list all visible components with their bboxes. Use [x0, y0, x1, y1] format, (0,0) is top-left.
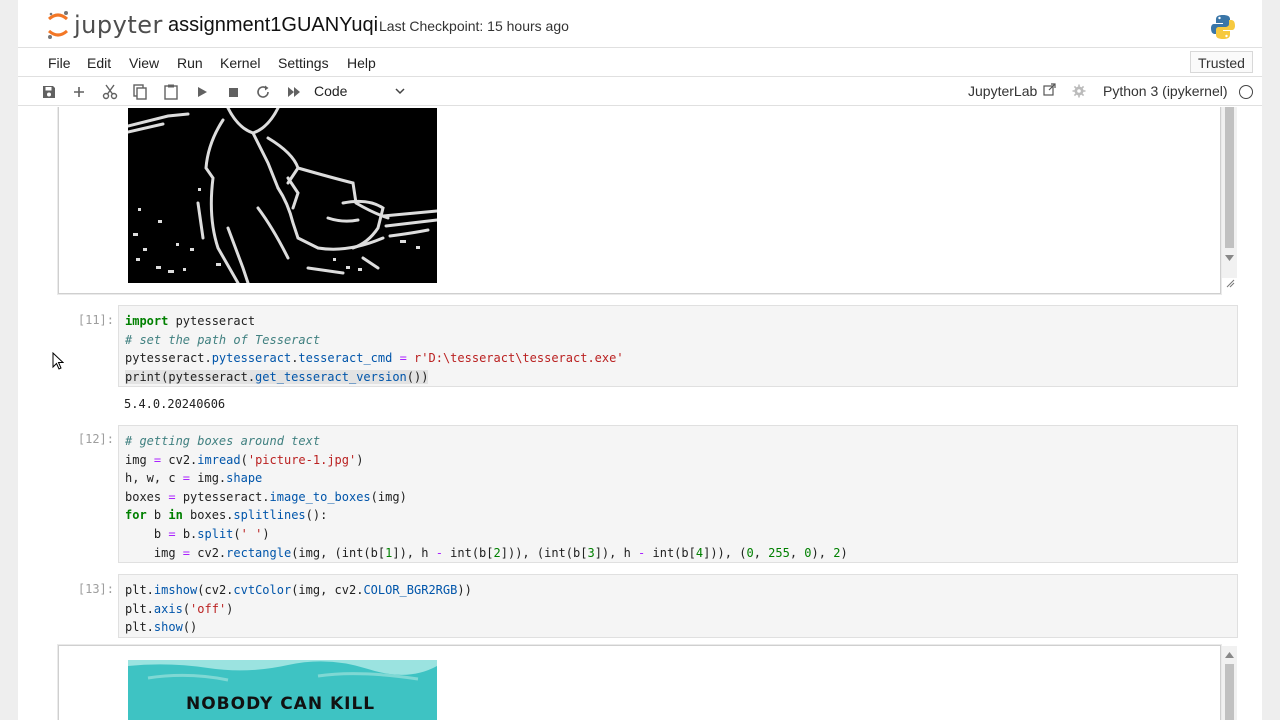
code-line: plt.show() [125, 620, 198, 635]
code-line: plt.imshow(cv2.cvtColor(img, cv2.COLOR_B… [125, 583, 472, 597]
code-editor[interactable]: import pytesseract # set the path of Tes… [125, 312, 624, 386]
right-margin [1262, 0, 1280, 720]
cell-prompt: [13]: [77, 582, 114, 596]
jupyter-logo-text: jupyter [74, 11, 163, 39]
kernel-status-icon [1239, 85, 1253, 99]
toolbar: Code JupyterLab Python 3 (ipykernel) [18, 78, 1262, 106]
code-line: h, w, c = img.shape [125, 471, 263, 486]
menu-edit[interactable]: Edit [87, 55, 111, 71]
notebook-title[interactable]: assignment1GUANYuqi [168, 14, 378, 37]
code-line: boxes = pytesseract.image_to_boxes(img) [125, 489, 407, 504]
save-icon[interactable] [40, 83, 58, 101]
menu-help[interactable]: Help [347, 55, 376, 71]
external-link-icon [1043, 83, 1056, 99]
code-line: import pytesseract [125, 314, 256, 328]
jupyter-logo-icon [48, 11, 68, 39]
code-line: for b in boxes.splitlines(): [125, 508, 328, 523]
code-cell[interactable]: # getting boxes around text img = cv2.im… [118, 425, 1238, 563]
comic-image: NOBODY CAN KILL [128, 660, 437, 720]
code-line: # getting boxes around text [125, 434, 321, 448]
restart-icon[interactable] [254, 83, 272, 101]
gear-icon [1072, 84, 1086, 103]
cell-prompt: [12]: [77, 432, 114, 446]
jupyterlab-link[interactable]: JupyterLab [968, 83, 1056, 99]
menu-view[interactable]: View [129, 55, 159, 71]
output-area-comic-image: NOBODY CAN KILL [58, 645, 1237, 720]
output-scrollbar[interactable] [1222, 107, 1237, 278]
paste-icon[interactable] [162, 83, 180, 101]
code-line: b = b.split(' ') [125, 526, 270, 541]
cell-type-value: Code [314, 83, 348, 99]
code-line: # set the path of Tesseract [125, 332, 321, 347]
output-scrollbar-thumb[interactable] [1225, 664, 1234, 720]
jupyterlab-link-label: JupyterLab [968, 83, 1038, 99]
comic-caption: NOBODY CAN KILL [186, 694, 376, 714]
trusted-indicator[interactable]: Trusted [1190, 51, 1253, 73]
code-cell[interactable]: import pytesseract # set the path of Tes… [118, 305, 1238, 387]
output-scrollbar[interactable] [1222, 646, 1237, 720]
cell-output-text: 5.4.0.20240606 [124, 397, 226, 411]
menubar: File Edit View Run Kernel Settings Help … [18, 49, 1262, 77]
menu-file[interactable]: File [48, 55, 71, 71]
header: jupyter assignment1GUANYuqi Last Checkpo… [18, 0, 1262, 48]
cut-icon[interactable] [101, 83, 119, 101]
add-cell-icon[interactable] [70, 83, 88, 101]
jupyter-logo[interactable]: jupyter [46, 10, 163, 40]
cell-type-select[interactable]: Code [314, 83, 406, 101]
code-line: print(pytesseract.get_tesseract_version(… [125, 369, 429, 384]
left-margin [0, 0, 18, 720]
output-area-edge-image [58, 107, 1237, 294]
edge-detected-image [128, 108, 437, 283]
stop-icon[interactable] [224, 83, 242, 101]
code-cell[interactable]: plt.imshow(cv2.cvtColor(img, cv2.COLOR_B… [118, 574, 1238, 638]
code-line: plt.axis('off') [125, 601, 234, 616]
code-line: pytesseract.pytesseract.tesseract_cmd = … [125, 351, 624, 366]
kernel-name[interactable]: Python 3 (ipykernel) [1103, 83, 1228, 99]
menu-kernel[interactable]: Kernel [220, 55, 260, 71]
code-editor[interactable]: plt.imshow(cv2.cvtColor(img, cv2.COLOR_B… [125, 581, 472, 637]
mouse-cursor-icon [52, 352, 64, 370]
code-line: img = cv2.imread('picture-1.jpg') [125, 452, 364, 467]
resize-handle-icon[interactable] [1225, 278, 1235, 288]
fast-forward-icon[interactable] [285, 83, 303, 101]
run-icon[interactable] [193, 83, 211, 101]
last-checkpoint: Last Checkpoint: 15 hours ago [379, 18, 569, 34]
chevron-down-icon [394, 82, 406, 103]
cell-prompt: [11]: [77, 313, 114, 327]
notebook-panel[interactable]: [11]: import pytesseract # set the path … [18, 107, 1262, 720]
menu-settings[interactable]: Settings [278, 55, 329, 71]
copy-icon[interactable] [131, 83, 149, 101]
code-line: img = cv2.rectangle(img, (int(b[1]), h -… [125, 545, 848, 560]
code-editor[interactable]: # getting boxes around text img = cv2.im… [125, 432, 848, 562]
output-scrollbar-thumb[interactable] [1225, 107, 1234, 248]
menu-run[interactable]: Run [177, 55, 203, 71]
python-logo-icon [1210, 14, 1236, 45]
